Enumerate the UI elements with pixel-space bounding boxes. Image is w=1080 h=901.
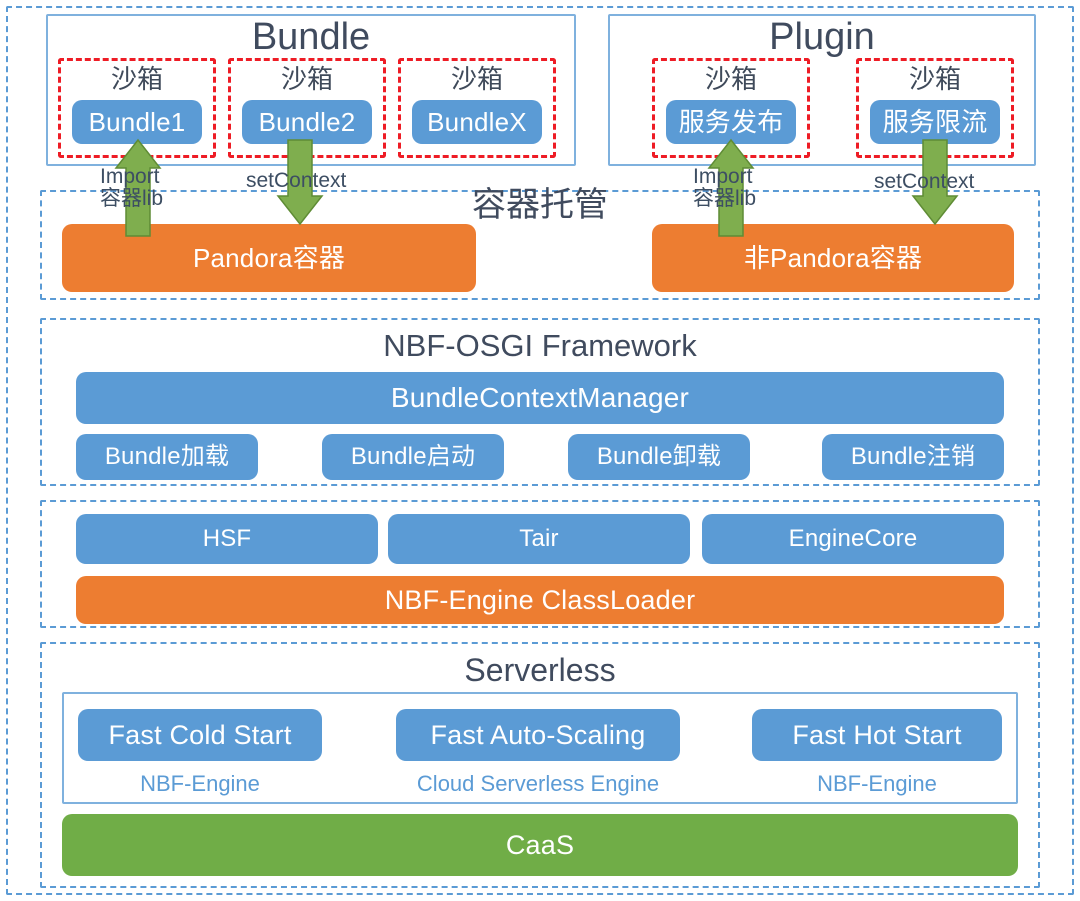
chip-bundlex[interactable]: BundleX [412,100,542,144]
osgi-layer-title: NBF-OSGI Framework [383,328,697,363]
chip-fast-hot-start[interactable]: Fast Hot Start [752,709,1002,761]
chip-bundle1[interactable]: Bundle1 [72,100,202,144]
arrow-label-import-left-line2: 容器lib [100,187,164,211]
chip-fast-cold-start[interactable]: Fast Cold Start [78,709,322,761]
serverless-layer-title: Serverless [464,652,616,688]
sandbox-bundlex-label: 沙箱 [450,64,503,94]
chip-nbf-engine-classloader[interactable]: NBF-Engine ClassLoader [76,576,1004,624]
chip-caas[interactable]: CaaS [62,814,1018,876]
plugin-group-title: Plugin [769,16,875,58]
sandbox-bundle2-label: 沙箱 [280,64,333,94]
label-fast-cold-start-engine: NBF-Engine [140,771,260,796]
chip-bundle-unload[interactable]: Bundle卸载 [568,434,750,480]
arrow-label-setcontext-right: setContext [874,170,975,193]
arrow-label-import-left: Import 容器lib [100,165,164,211]
label-fast-auto-scaling-engine: Cloud Serverless Engine [416,771,660,796]
chip-service-publish[interactable]: 服务发布 [666,100,796,144]
arrow-label-import-right: Import 容器lib [693,165,757,211]
chip-bundle2[interactable]: Bundle2 [242,100,372,144]
chip-pandora-container[interactable]: Pandora容器 [62,224,476,292]
arrow-label-import-left-line1: Import [100,165,160,188]
sandbox-bundle1-label: 沙箱 [110,64,163,94]
chip-bundlecontextmanager[interactable]: BundleContextManager [76,372,1004,424]
chip-hsf[interactable]: HSF [76,514,378,564]
chip-tair[interactable]: Tair [388,514,690,564]
architecture-diagram: Bundle 沙箱 Bundle1 沙箱 Bundle2 沙箱 BundleX … [0,0,1080,901]
chip-bundle-start[interactable]: Bundle启动 [322,434,504,480]
chip-fast-auto-scaling[interactable]: Fast Auto-Scaling [396,709,680,761]
label-fast-hot-start-engine: NBF-Engine [817,771,937,796]
chip-enginecore[interactable]: EngineCore [702,514,1004,564]
arrow-label-setcontext-left: setContext [246,169,347,192]
chip-bundle-load[interactable]: Bundle加载 [76,434,258,480]
sandbox-service-ratelimit-label: 沙箱 [908,64,961,94]
sandbox-service-publish-label: 沙箱 [704,64,757,94]
container-hosting-title: 容器托管 [472,186,608,224]
arrow-label-import-right-line1: Import [693,165,753,188]
chip-service-ratelimit[interactable]: 服务限流 [870,100,1000,144]
arrow-label-import-right-line2: 容器lib [693,187,757,211]
bundle-group-title: Bundle [251,16,371,58]
chip-bundle-unregister[interactable]: Bundle注销 [822,434,1004,480]
chip-non-pandora-container[interactable]: 非Pandora容器 [652,224,1014,292]
